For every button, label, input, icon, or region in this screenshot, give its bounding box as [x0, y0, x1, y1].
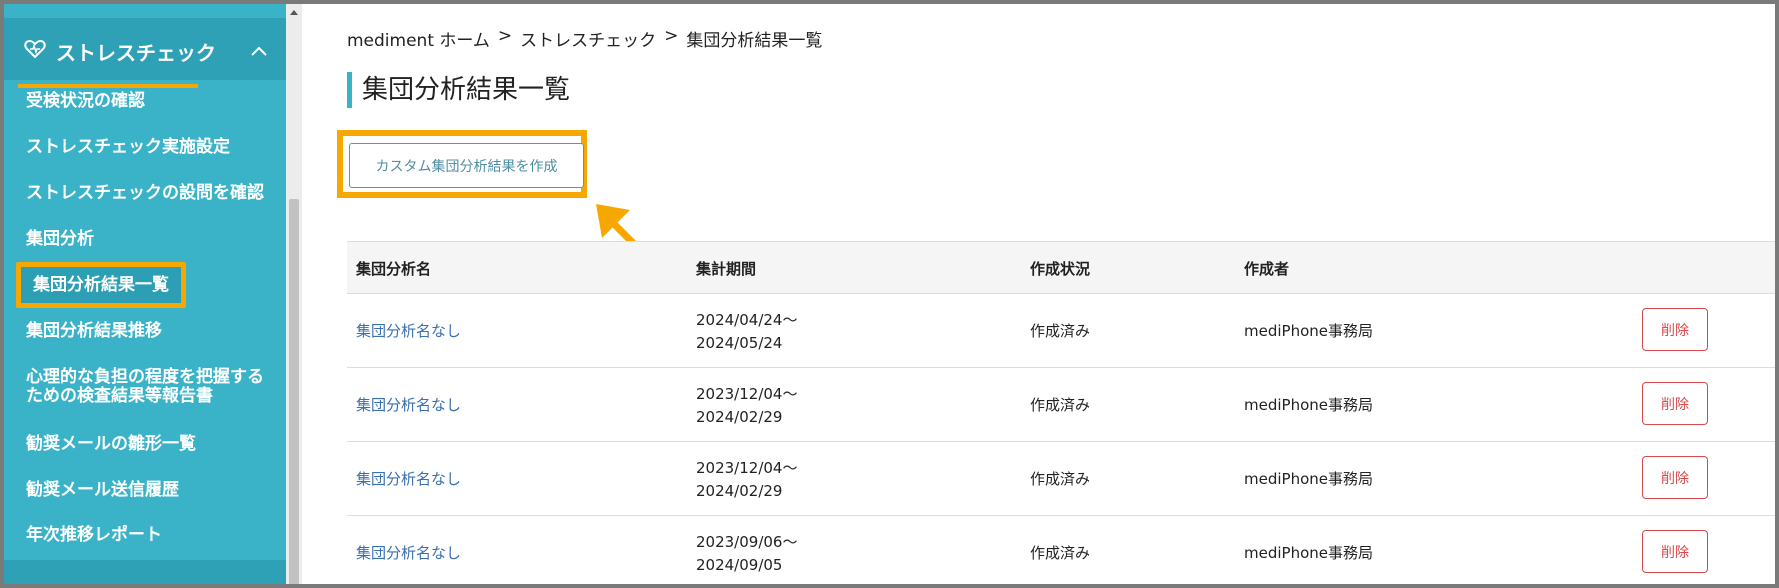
sidebar-item-report-line2[interactable]: ための検査結果等報告書: [26, 386, 213, 406]
sidebar-item-group-analysis[interactable]: 集団分析: [26, 229, 94, 249]
breadcrumb-section[interactable]: ストレスチェック: [520, 26, 656, 51]
table-row: 集団分析名なし 2023/09/06～ 2024/09/05 作成済み medi…: [347, 516, 1775, 584]
sidebar-scrollbar[interactable]: [286, 4, 302, 584]
sidebar-section-title: ストレスチェック: [56, 40, 216, 65]
breadcrumb-separator: >: [664, 26, 679, 46]
sidebar: ストレスチェック 受検状況の確認 ストレスチェック実施設定 ストレスチェックの設…: [4, 4, 286, 584]
table-row: 集団分析名なし 2023/12/04～ 2024/02/29 作成済み medi…: [347, 368, 1775, 442]
period-start: 2023/09/06～: [696, 533, 798, 551]
sidebar-item-questions[interactable]: ストレスチェックの設問を確認: [26, 183, 264, 203]
header-status: 作成状況: [1030, 260, 1091, 278]
sidebar-next-section[interactable]: [4, 560, 286, 584]
status-cell: 作成済み: [1030, 396, 1091, 414]
period-start: 2023/12/04～: [696, 385, 798, 403]
author-cell: mediPhone事務局: [1244, 322, 1373, 340]
breadcrumb: mediment ホーム > ストレスチェック > 集団分析結果一覧: [347, 26, 822, 51]
author-cell: mediPhone事務局: [1244, 544, 1373, 562]
app-window: ストレスチェック 受検状況の確認 ストレスチェック実施設定 ストレスチェックの設…: [4, 4, 1775, 584]
analysis-name-link[interactable]: 集団分析名なし: [356, 468, 461, 489]
page-title: 集団分析結果一覧: [347, 72, 570, 108]
period-end: 2024/02/29: [696, 408, 783, 426]
scroll-thumb[interactable]: [289, 199, 299, 584]
delete-button[interactable]: 削除: [1642, 308, 1708, 351]
sidebar-item-annual-report[interactable]: 年次推移レポート: [26, 525, 162, 545]
scroll-up-icon[interactable]: [290, 10, 298, 15]
delete-button[interactable]: 削除: [1642, 382, 1708, 425]
author-cell: mediPhone事務局: [1244, 470, 1373, 488]
period-end: 2024/05/24: [696, 334, 783, 352]
period-end: 2024/02/29: [696, 482, 783, 500]
sidebar-item-group-results[interactable]: 集団分析結果一覧: [16, 262, 186, 308]
sidebar-item-group-trend[interactable]: 集団分析結果推移: [26, 321, 162, 341]
breadcrumb-current: 集団分析結果一覧: [686, 31, 823, 51]
analysis-name-link[interactable]: 集団分析名なし: [356, 542, 461, 563]
chevron-up-icon[interactable]: [246, 38, 272, 64]
period-cell: 2024/04/24～ 2024/05/24: [696, 309, 797, 355]
analysis-name-link[interactable]: 集団分析名なし: [356, 320, 461, 341]
period-cell: 2023/12/04～ 2024/02/29: [696, 457, 797, 503]
period-start: 2023/12/04～: [696, 459, 798, 477]
delete-button[interactable]: 削除: [1642, 456, 1708, 499]
analysis-name-link[interactable]: 集団分析名なし: [356, 394, 461, 415]
breadcrumb-separator: >: [497, 26, 513, 46]
author-cell: mediPhone事務局: [1244, 396, 1373, 414]
results-table: 集団分析名 集計期間 作成状況 作成者 集団分析名なし 2024/04/24～ …: [347, 241, 1775, 584]
period-end: 2024/09/05: [696, 556, 783, 574]
header-author: 作成者: [1244, 260, 1290, 278]
table-row: 集団分析名なし 2023/12/04～ 2024/02/29 作成済み medi…: [347, 442, 1775, 516]
table-header: 集団分析名 集計期間 作成状況 作成者: [347, 241, 1775, 294]
sidebar-section-title-wrap: ストレスチェック: [24, 34, 216, 68]
status-cell: 作成済み: [1030, 322, 1091, 340]
sidebar-item-report-line1[interactable]: 心理的な負担の程度を把握する: [26, 367, 264, 387]
status-cell: 作成済み: [1030, 470, 1091, 488]
period-cell: 2023/12/04～ 2024/02/29: [696, 383, 797, 429]
header-period: 集計期間: [696, 260, 757, 278]
heart-icon: [24, 39, 46, 64]
breadcrumb-home[interactable]: mediment ホーム: [347, 26, 490, 51]
sidebar-section-header[interactable]: ストレスチェック: [4, 18, 286, 88]
period-start: 2024/04/24～: [696, 311, 798, 329]
sidebar-item-settings[interactable]: ストレスチェック実施設定: [26, 137, 230, 157]
header-name: 集団分析名: [356, 260, 432, 278]
table-row: 集団分析名なし 2024/04/24～ 2024/05/24 作成済み medi…: [347, 294, 1775, 368]
highlight-underline: [18, 84, 198, 88]
delete-button[interactable]: 削除: [1642, 530, 1708, 573]
period-cell: 2023/09/06～ 2024/09/05: [696, 531, 797, 577]
sidebar-item-exam-status[interactable]: 受検状況の確認: [26, 91, 145, 111]
sidebar-item-mail-history[interactable]: 勧奨メール送信履歴: [26, 480, 179, 500]
create-custom-analysis-button[interactable]: カスタム集団分析結果を作成: [349, 143, 584, 188]
status-cell: 作成済み: [1030, 544, 1091, 562]
sidebar-item-mail-templates[interactable]: 勧奨メールの雛形一覧: [26, 434, 196, 454]
main-content: mediment ホーム > ストレスチェック > 集団分析結果一覧 集団分析結…: [302, 4, 1775, 584]
